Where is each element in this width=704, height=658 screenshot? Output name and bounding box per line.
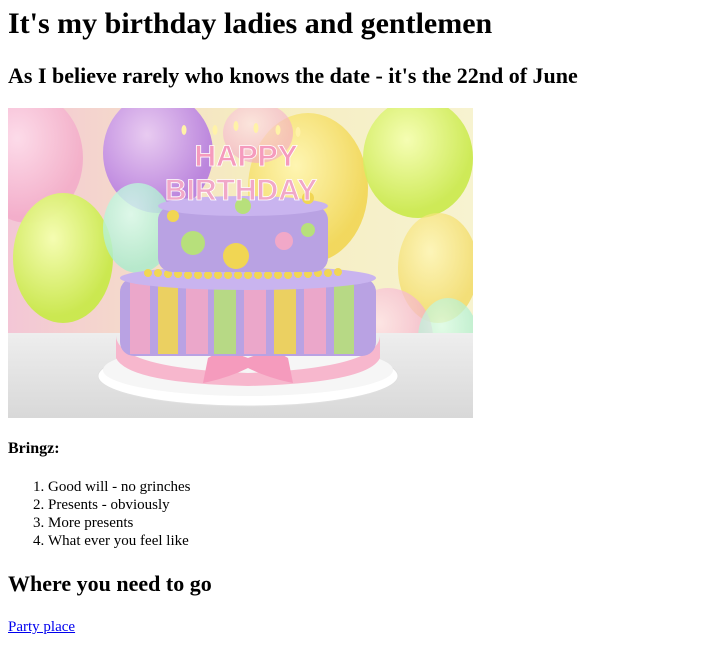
cake-text-top: HAPPY	[194, 140, 297, 173]
page-subtitle: As I believe rarely who knows the date -…	[8, 63, 578, 88]
page-title: It's my birthday ladies and gentlemen	[8, 7, 493, 40]
where-heading: Where you need to go	[8, 571, 212, 596]
birthday-cake-image: HAPPY BIRTHDAY	[8, 108, 473, 418]
bringz-list: Good will - no grinches Presents - obvio…	[8, 478, 696, 550]
bringz-label: Bringz:	[8, 440, 60, 457]
list-item: More presents	[48, 514, 696, 532]
cake-illustration: HAPPY BIRTHDAY	[8, 108, 473, 418]
list-item: Good will - no grinches	[48, 478, 696, 496]
list-item: Presents - obviously	[48, 496, 696, 514]
link-row: Party place	[8, 618, 696, 636]
cake-text-bottom: BIRTHDAY	[165, 174, 317, 207]
party-place-link[interactable]: Party place	[8, 619, 75, 635]
page-content: It's my birthday ladies and gentlemen As…	[0, 6, 704, 636]
list-item: What ever you feel like	[48, 532, 696, 550]
